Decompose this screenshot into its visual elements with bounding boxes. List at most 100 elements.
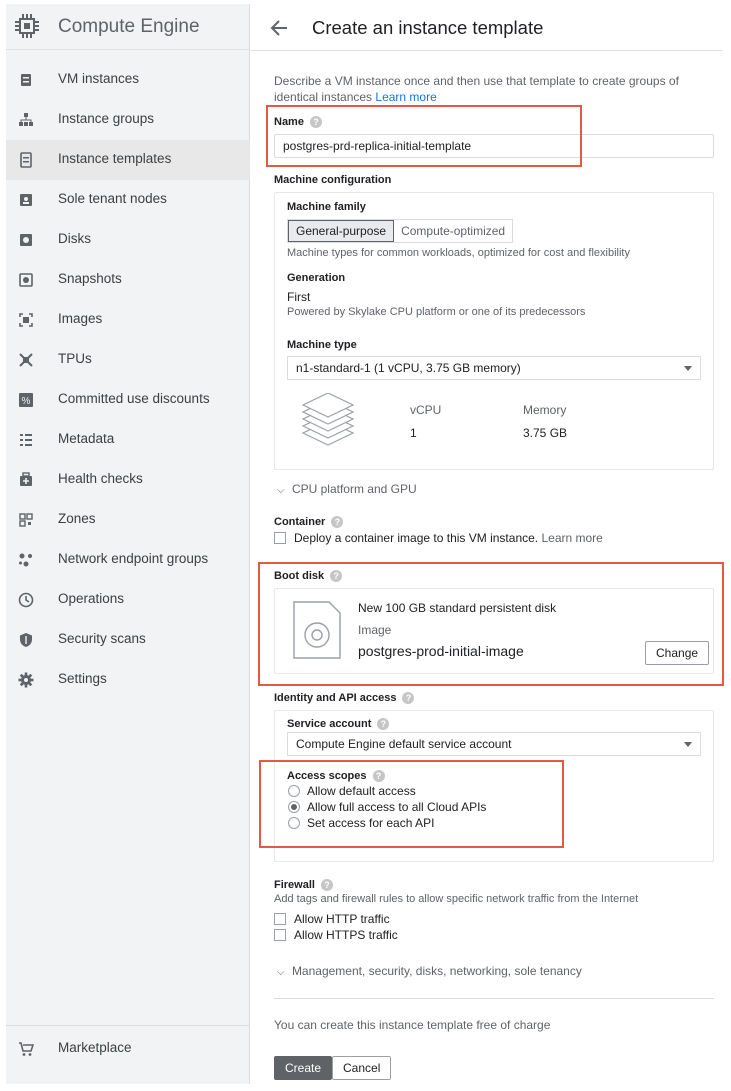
free-charge-note: You can create this instance template fr…: [274, 1018, 551, 1032]
cpu-platform-text: CPU platform and GPU: [291, 482, 417, 496]
sidebar-item-vm-instances[interactable]: VM instances: [6, 60, 250, 100]
sidebar-item-network-endpoint-groups[interactable]: Network endpoint groups: [6, 540, 250, 580]
brand-header: Compute Engine: [6, 4, 250, 50]
machine-type-label: Machine type: [287, 339, 357, 351]
cart-icon: [19, 1042, 34, 1056]
container-learn-more-link[interactable]: Learn more: [541, 531, 602, 545]
learn-more-link[interactable]: Learn more: [375, 90, 436, 104]
sidebar-item-committed-use-discounts[interactable]: % Committed use discounts: [6, 380, 250, 420]
management-text: Management, security, disks, networking,…: [291, 964, 582, 978]
help-icon[interactable]: ?: [377, 718, 390, 731]
sidebar-item-label: TPUs: [58, 351, 92, 366]
sole-tenant-icon: [20, 194, 32, 206]
sidebar-item-label: Snapshots: [58, 271, 122, 286]
management-expander[interactable]: ⌵ Management, security, disks, networkin…: [277, 964, 582, 978]
service-account-value: Compute Engine default service account: [296, 737, 512, 751]
compute-engine-chip-icon: [15, 14, 39, 38]
allow-https-checkbox[interactable]: [274, 929, 286, 941]
machine-family-toggle: General-purpose Compute-optimized: [287, 219, 514, 243]
description-text: Describe a VM instance once and then use…: [274, 74, 679, 104]
service-account-select[interactable]: Compute Engine default service account: [287, 732, 701, 756]
chevron-double-down-icon: ⌵: [277, 485, 285, 496]
health-check-icon: [20, 472, 32, 486]
vm-instance-icon: [21, 74, 31, 86]
shield-icon: [20, 633, 32, 647]
sidebar-item-label: Sole tenant nodes: [58, 191, 167, 206]
instance-templates-icon: [20, 152, 32, 168]
cpu-platform-expander[interactable]: ⌵ CPU platform and GPU: [277, 482, 417, 496]
help-icon[interactable]: ?: [320, 879, 333, 892]
generation-value: First: [287, 290, 311, 304]
generation-label: Generation: [287, 272, 346, 284]
sidebar-item-zones[interactable]: Zones: [6, 500, 250, 540]
sidebar-item-settings[interactable]: Settings: [6, 660, 250, 700]
deploy-container-text: Deploy a container image to this VM inst…: [294, 531, 603, 545]
tpu-icon: [19, 353, 33, 367]
sidebar-item-tpus[interactable]: TPUs: [6, 340, 250, 380]
app-title: Compute Engine: [58, 16, 200, 37]
sidebar-item-marketplace[interactable]: Marketplace: [6, 1029, 250, 1069]
sidebar-item-label: Operations: [58, 591, 125, 606]
highlight-boot-disk: [258, 562, 724, 686]
compute-optimized-tab[interactable]: Compute-optimized: [394, 220, 512, 242]
sidebar-item-label: Zones: [58, 511, 96, 526]
page-title: Create an instance template: [312, 17, 544, 38]
sidebar-item-label: Metadata: [58, 431, 115, 446]
firewall-label: Firewall?: [274, 879, 333, 892]
family-description: Machine types for common workloads, opti…: [287, 247, 630, 259]
help-icon[interactable]: ?: [331, 516, 344, 529]
deploy-container-checkbox[interactable]: [274, 532, 286, 544]
sidebar-item-images[interactable]: Images: [6, 300, 250, 340]
sidebar-item-operations[interactable]: Operations: [6, 580, 250, 620]
identity-label: Identity and API access?: [274, 692, 415, 705]
general-purpose-tab[interactable]: General-purpose: [288, 220, 395, 242]
identity-label-text: Identity and API access: [274, 692, 397, 704]
machine-family-label: Machine family: [287, 201, 366, 213]
generation-description: Powered by Skylake CPU platform or one o…: [287, 306, 586, 318]
sidebar-item-label: Health checks: [58, 471, 143, 486]
sidebar-item-sole-tenant-nodes[interactable]: Sole tenant nodes: [6, 180, 250, 220]
sidebar-item-label: Settings: [58, 671, 107, 686]
highlight-access-scopes: [259, 760, 564, 848]
highlight-name: [266, 105, 582, 167]
sidebar-item-label: Security scans: [58, 631, 146, 646]
sidebar-item-label: VM instances: [58, 71, 140, 86]
allow-http-label: Allow HTTP traffic: [294, 912, 390, 926]
sidebar-item-security-scans[interactable]: Security scans: [6, 620, 250, 660]
deploy-container-label: Deploy a container image to this VM inst…: [294, 531, 539, 545]
create-button[interactable]: Create: [274, 1056, 333, 1080]
svg-text:%: %: [22, 396, 31, 407]
chevron-double-down-icon: ⌵: [277, 967, 285, 978]
memory-label: Memory: [523, 403, 567, 417]
sidebar-item-instance-templates[interactable]: Instance templates: [6, 140, 250, 180]
back-arrow-icon[interactable]: [268, 17, 290, 39]
dropdown-caret-icon: [684, 366, 692, 371]
allow-http-checkbox[interactable]: [274, 913, 286, 925]
clock-icon: [18, 592, 34, 608]
help-icon[interactable]: ?: [402, 692, 415, 705]
sidebar-item-label: Instance groups: [58, 111, 155, 126]
sidebar-item-disks[interactable]: Disks: [6, 220, 250, 260]
instance-groups-icon: [19, 113, 33, 126]
gear-icon: [18, 672, 34, 688]
sidebar-divider: [6, 1025, 250, 1026]
sidebar-item-snapshots[interactable]: Snapshots: [6, 260, 250, 300]
dropdown-caret-icon: [684, 742, 692, 747]
sidebar-item-metadata[interactable]: Metadata: [6, 420, 250, 460]
sidebar-item-instance-groups[interactable]: Instance groups: [6, 100, 250, 140]
cancel-button[interactable]: Cancel: [332, 1056, 392, 1080]
sidebar-item-label: Instance templates: [58, 151, 172, 166]
memory-value: 3.75 GB: [523, 426, 568, 440]
machine-type-select[interactable]: n1-standard-1 (1 vCPU, 3.75 GB memory): [287, 356, 701, 380]
vcpu-label: vCPU: [410, 403, 442, 417]
form-description: Describe a VM instance once and then use…: [274, 73, 704, 105]
sidebar-item-label: Marketplace: [58, 1040, 132, 1055]
sidebar-item-health-checks[interactable]: Health checks: [6, 460, 250, 500]
disk-icon: [20, 234, 32, 246]
firewall-description: Add tags and firewall rules to allow spe…: [274, 893, 639, 905]
sidebar-item-label: Committed use discounts: [58, 391, 210, 406]
zones-icon: [19, 513, 33, 527]
sidebar-item-label: Images: [58, 311, 103, 326]
page-header: Create an instance template: [250, 4, 723, 51]
sidebar-item-label: Disks: [58, 231, 91, 246]
